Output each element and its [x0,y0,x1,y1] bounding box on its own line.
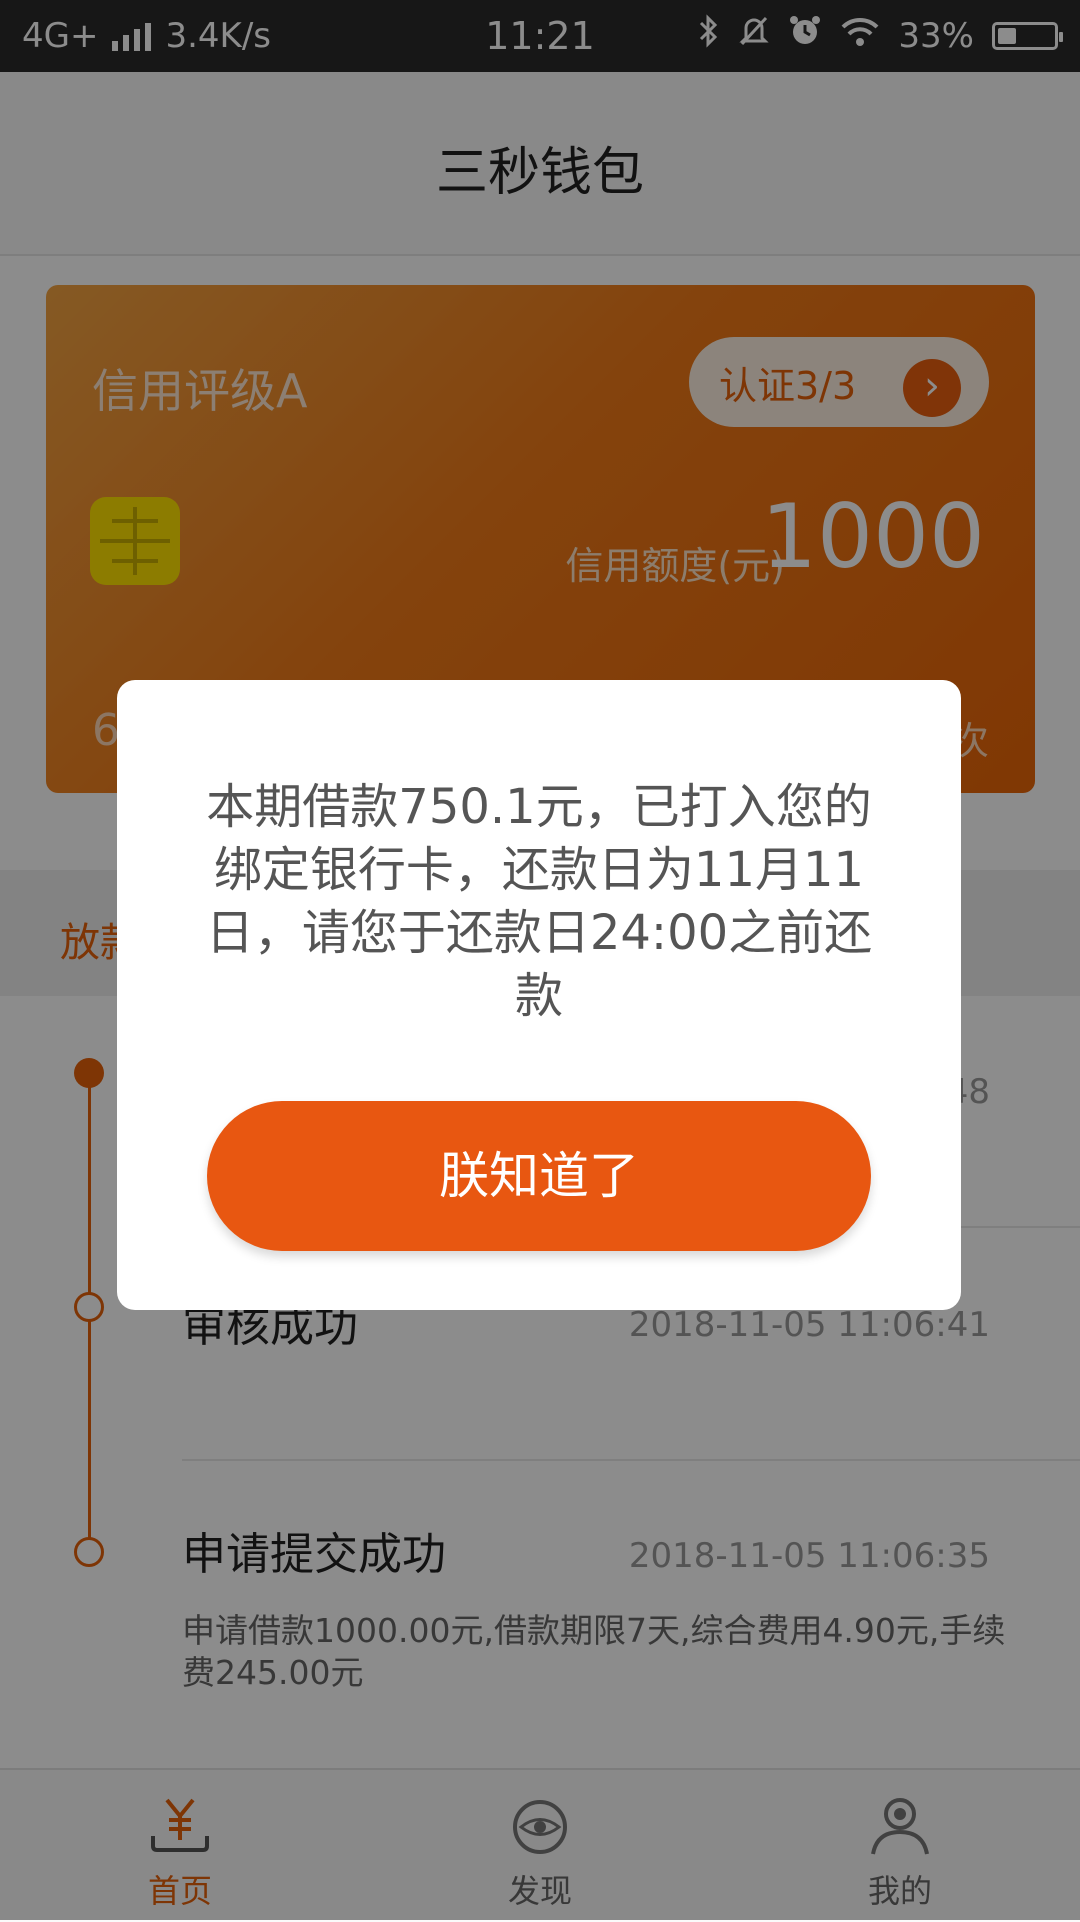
acknowledge-button[interactable]: 朕知道了 [207,1101,871,1251]
dialog-message: 本期借款750.1元，已打入您的绑定银行卡，还款日为11月11日，请您于还款日2… [205,779,873,1024]
notice-dialog: 本期借款750.1元，已打入您的绑定银行卡，还款日为11月11日，请您于还款日2… [117,680,961,1310]
